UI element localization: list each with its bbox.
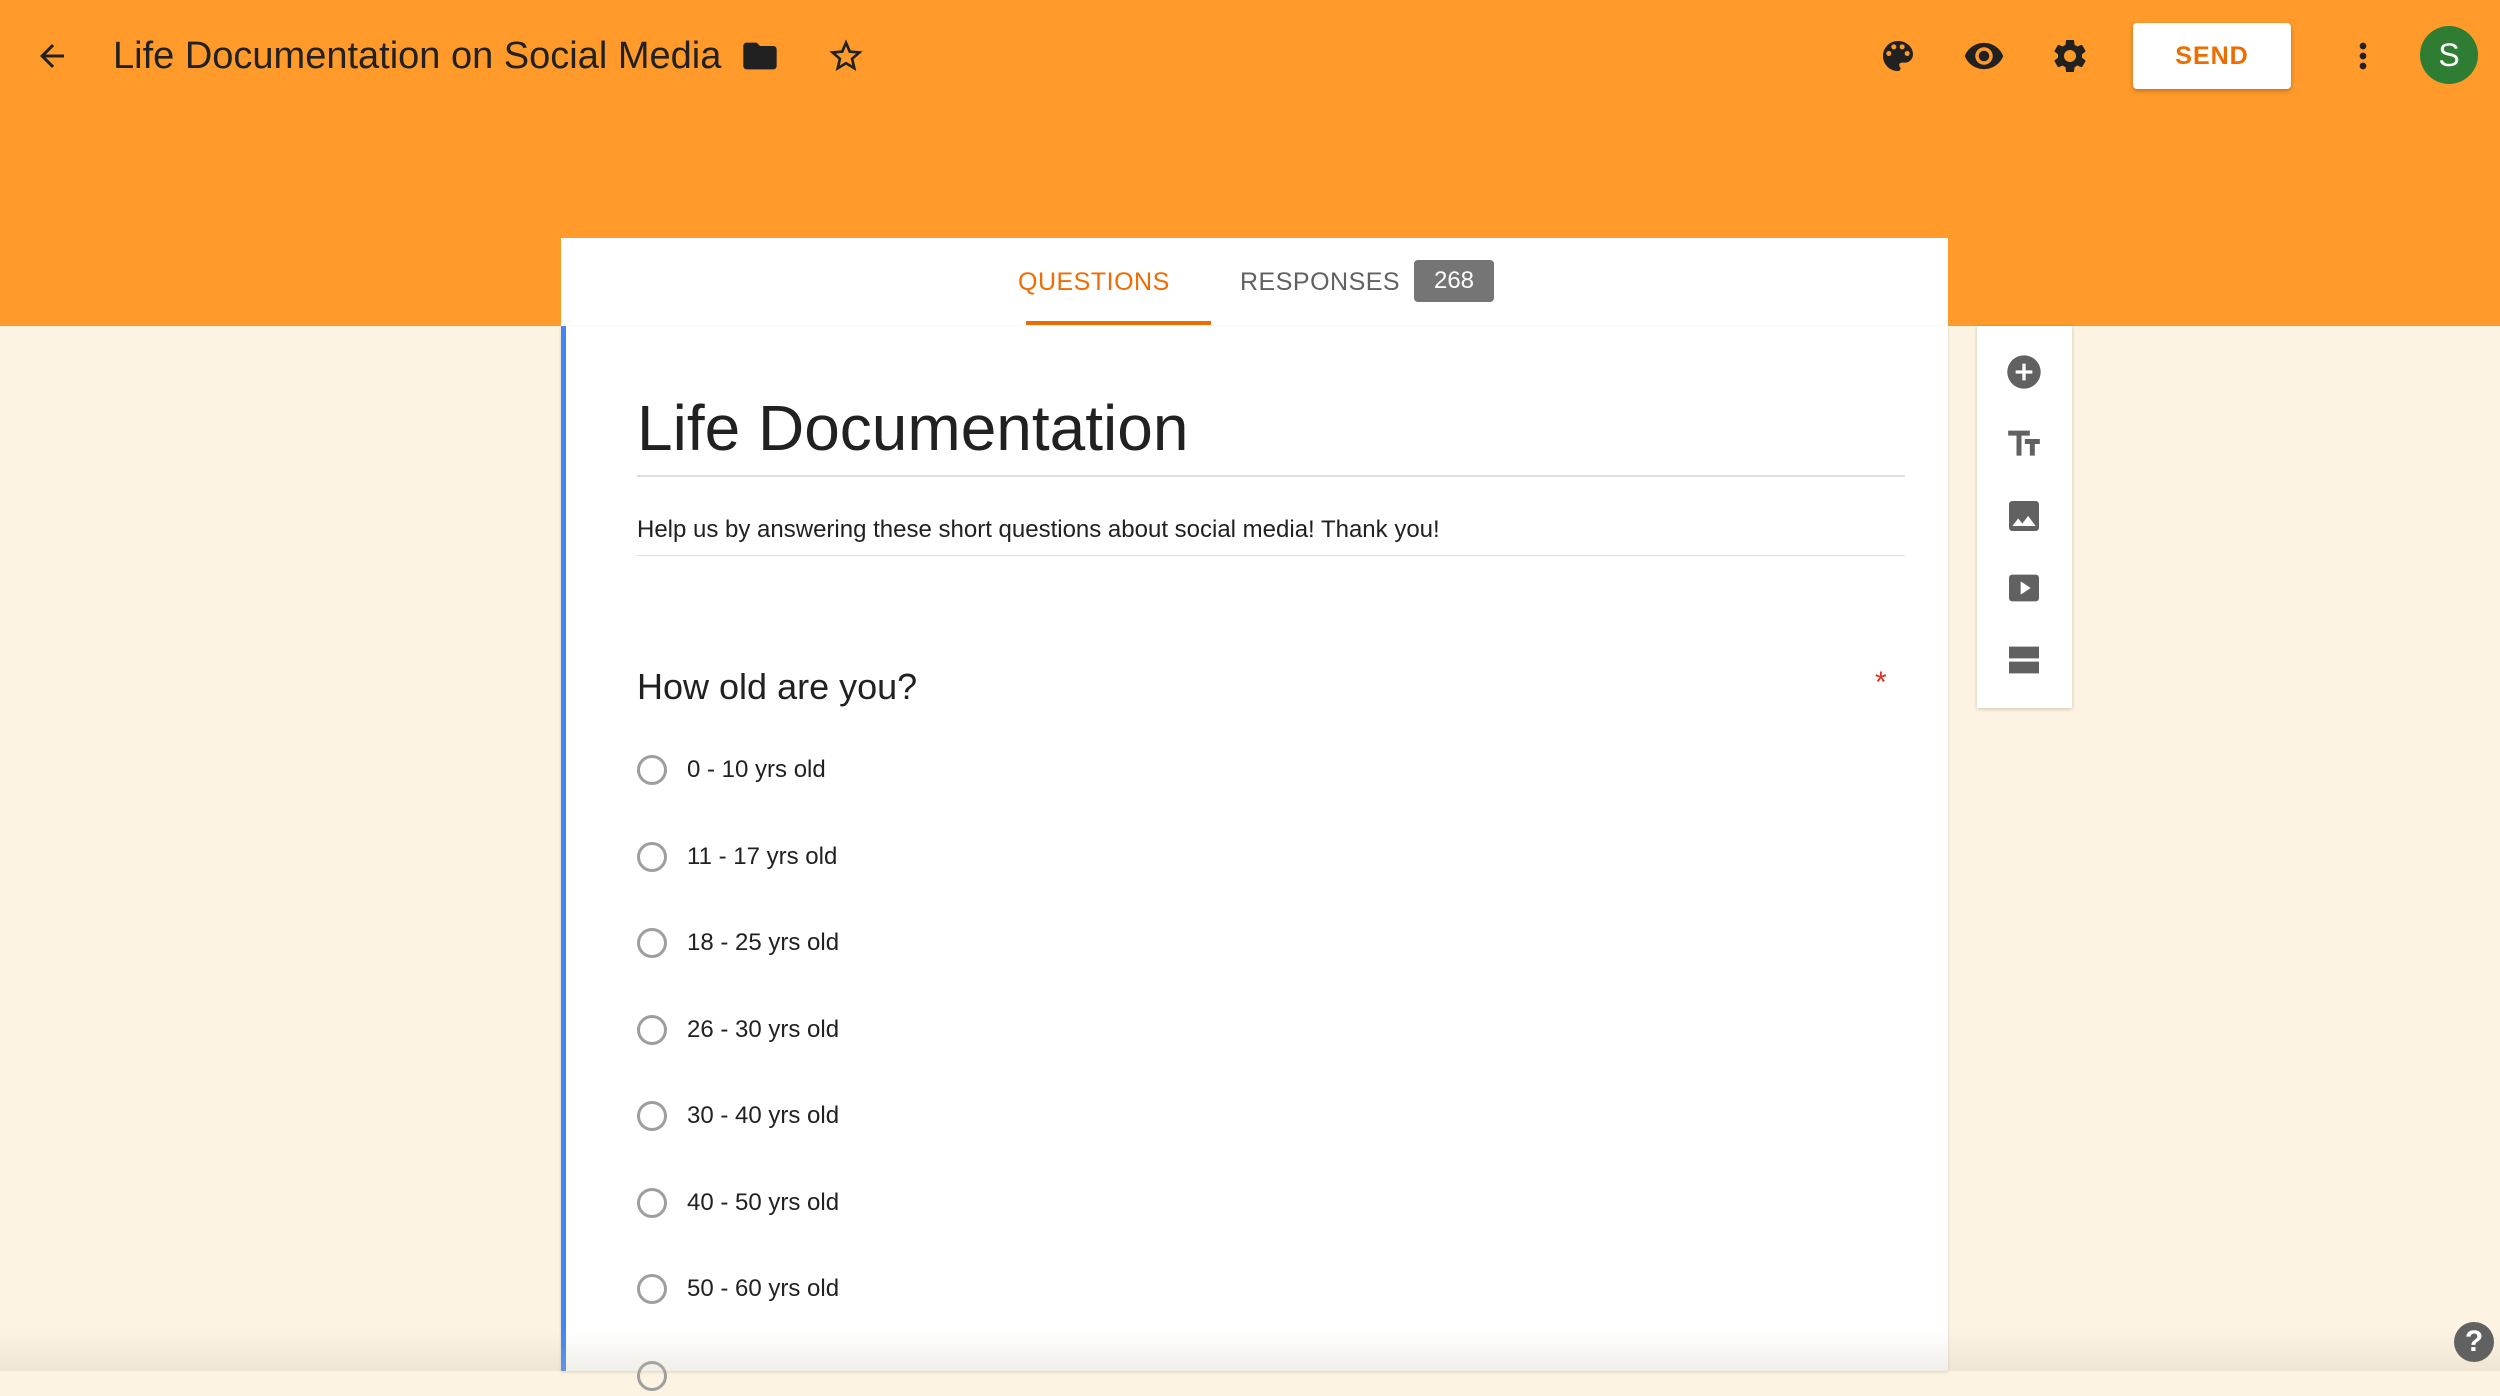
radio-button[interactable] [637, 755, 667, 785]
arrow-back-icon [40, 44, 64, 68]
radio-button[interactable] [637, 842, 667, 872]
radio-button[interactable] [637, 1274, 667, 1304]
option-label: 0 - 10 yrs old [687, 756, 826, 783]
responses-count-badge: 268 [1414, 260, 1494, 302]
radio-option-partial[interactable] [637, 1356, 687, 1396]
option-label: 40 - 50 yrs old [687, 1189, 840, 1216]
star-outline-icon [829, 39, 863, 71]
question-title[interactable]: How old are you? [637, 666, 917, 708]
add-question-icon [2007, 355, 2041, 389]
option-label: 18 - 25 yrs old [687, 929, 840, 956]
add-title-button[interactable] [1992, 412, 2056, 476]
radio-option[interactable]: 18 - 25 yrs old [637, 923, 839, 963]
radio-option[interactable]: 0 - 10 yrs old [637, 750, 826, 790]
star-button[interactable] [814, 24, 878, 88]
tab-responses[interactable]: RESPONSES [1240, 238, 1400, 326]
add-question-button[interactable] [1992, 340, 2056, 404]
add-video-button[interactable] [1992, 556, 2056, 620]
help-button[interactable]: ? [2454, 1322, 2494, 1362]
radio-option[interactable]: 50 - 60 yrs old [637, 1269, 839, 1309]
more-vert-icon [2359, 42, 2367, 70]
option-label: 30 - 40 yrs old [687, 1102, 840, 1129]
radio-option[interactable]: 26 - 30 yrs old [637, 1010, 839, 1050]
tab-questions[interactable]: QUESTIONS [1018, 238, 1170, 326]
back-button[interactable] [20, 24, 84, 88]
selected-section-indicator [561, 326, 566, 1371]
radio-button[interactable] [637, 1361, 667, 1391]
option-label: 50 - 60 yrs old [687, 1275, 840, 1302]
more-options-button[interactable] [2331, 24, 2395, 88]
folder-icon [743, 42, 777, 70]
active-tab-indicator [1026, 321, 1211, 325]
send-button[interactable]: SEND [2133, 23, 2291, 89]
preview-button[interactable] [1952, 24, 2016, 88]
gear-icon [2054, 39, 2086, 72]
tabs-bar: QUESTIONS RESPONSES 268 [561, 238, 1948, 327]
form-description[interactable]: Help us by answering these short questio… [637, 516, 1440, 544]
form-description-underline [637, 555, 1905, 556]
option-label: 11 - 17 yrs old [687, 843, 838, 870]
add-section-button[interactable] [1992, 628, 2056, 692]
top-bar: Life Documentation on Social Media SEND … [0, 0, 2500, 112]
video-icon [2009, 574, 2039, 602]
title-text-icon [2008, 430, 2040, 456]
form-title[interactable]: Life Documentation [637, 388, 1188, 468]
image-icon [2009, 501, 2039, 531]
eye-icon [1964, 42, 2004, 70]
radio-button[interactable] [637, 1188, 667, 1218]
form-card: Life Documentation Help us by answering … [561, 326, 1948, 1391]
document-title[interactable]: Life Documentation on Social Media [113, 28, 721, 84]
radio-option[interactable]: 40 - 50 yrs old [637, 1183, 839, 1223]
section-icon [2009, 646, 2039, 674]
radio-button[interactable] [637, 928, 667, 958]
option-label: 26 - 30 yrs old [687, 1016, 840, 1043]
add-image-button[interactable] [1992, 484, 2056, 548]
palette-icon [1883, 41, 1913, 71]
radio-button[interactable] [637, 1101, 667, 1131]
settings-button[interactable] [2038, 24, 2102, 88]
radio-option[interactable]: 30 - 40 yrs old [637, 1096, 839, 1136]
radio-button[interactable] [637, 1015, 667, 1045]
radio-option[interactable]: 11 - 17 yrs old [637, 837, 837, 877]
account-avatar[interactable]: S [2420, 26, 2478, 84]
customize-theme-button[interactable] [1866, 24, 1930, 88]
form-title-underline [637, 475, 1905, 477]
required-asterisk: * [1875, 666, 1887, 699]
move-to-folder-button[interactable] [728, 24, 792, 88]
form-side-toolbar [1977, 326, 2072, 708]
